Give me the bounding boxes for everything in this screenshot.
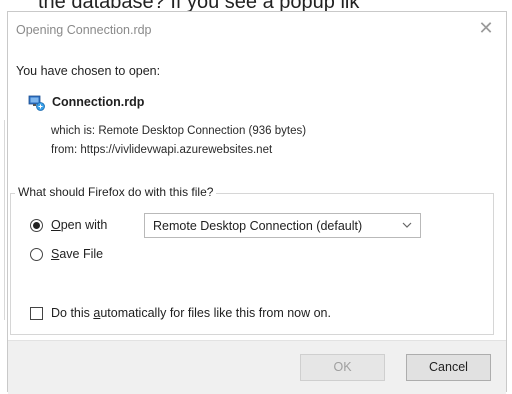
which-is-label: which is: [51,125,96,137]
background-left-edge [0,0,6,394]
background-edge-line [4,120,5,320]
action-groupbox-legend: What should Firefox do with this file? [15,185,217,199]
dialog-footer: OK Cancel [8,340,506,394]
file-name: Connection.rdp [52,95,145,109]
ok-button[interactable]: OK [300,354,385,381]
open-with-label[interactable]: Open with [51,218,107,232]
from-label: from: [51,144,78,156]
dialog-title: Opening Connection.rdp [16,23,152,37]
opening-file-dialog: Opening Connection.rdp ✕ You have chosen… [7,11,507,394]
file-source-line: from: https://vivlidevwapi.azurewebsites… [51,144,272,156]
file-type-line: which is: Remote Desktop Connection (936… [51,125,306,137]
save-file-radio[interactable] [30,248,43,261]
chevron-down-icon [402,222,412,228]
file-type-value: Remote Desktop Connection (936 bytes) [98,125,307,137]
auto-label-part2: utomatically for files like this from no… [100,306,331,320]
auto-checkbox[interactable] [30,307,43,320]
open-with-app-select[interactable]: Remote Desktop Connection (default) [144,213,421,238]
intro-text: You have chosen to open: [16,64,161,78]
open-with-label-rest: pen with [60,218,108,232]
remote-desktop-file-icon [28,95,45,111]
auto-label-part1: Do this [51,306,94,320]
dialog-titlebar[interactable]: Opening Connection.rdp ✕ [8,12,506,48]
open-with-app-value: Remote Desktop Connection (default) [153,219,363,233]
save-file-label-rest: ave File [59,247,104,261]
save-file-label[interactable]: Save File [51,247,103,261]
close-icon[interactable]: ✕ [476,19,496,39]
file-source-value: https://vivlidevwapi.azurewebsites.net [80,144,273,156]
cancel-button[interactable]: Cancel [406,354,491,381]
auto-checkbox-label[interactable]: Do this automatically for files like thi… [51,306,331,320]
open-with-accesskey: O [51,218,61,232]
open-with-radio-dot [33,222,40,229]
screen: the database? If you see a popup lik Ope… [0,0,512,394]
open-with-radio[interactable] [30,219,43,232]
